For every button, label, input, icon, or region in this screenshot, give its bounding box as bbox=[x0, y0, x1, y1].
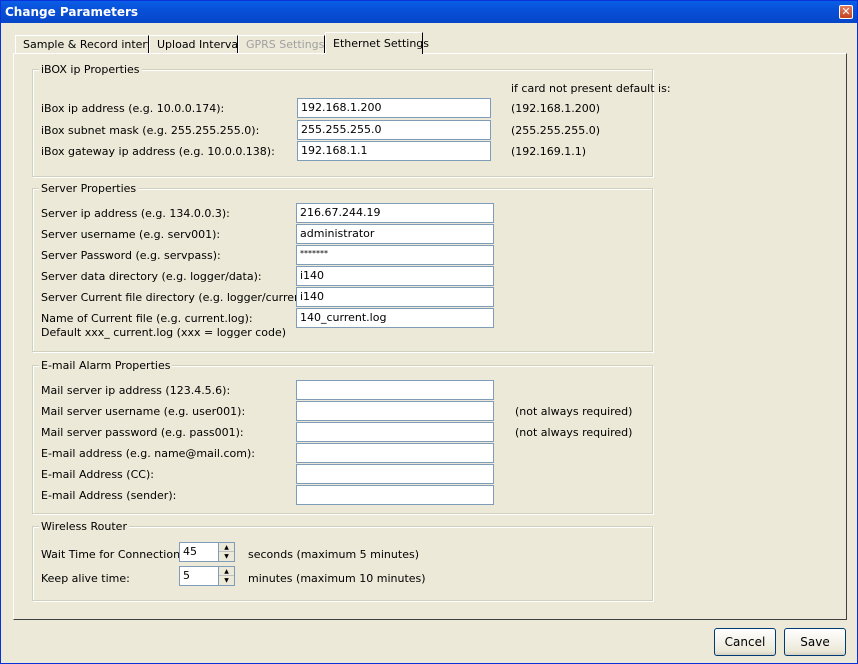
cancel-button[interactable]: Cancel bbox=[714, 628, 776, 656]
server-data-dir-input[interactable]: i140 bbox=[296, 266, 494, 286]
current-file-name-input[interactable]: 140_current.log bbox=[296, 308, 494, 328]
close-icon[interactable]: ✕ bbox=[839, 5, 853, 19]
mail-username-input[interactable] bbox=[296, 401, 494, 421]
current-file-default-note: Default xxx_ current.log (xxx = logger c… bbox=[41, 326, 287, 339]
ethernet-settings-panel: iBOX ip Properties if card not present d… bbox=[13, 53, 847, 620]
email-sender-label: E-mail Address (sender): bbox=[41, 489, 177, 502]
server-current-dir-label: Server Current file directory (e.g. logg… bbox=[41, 291, 314, 304]
server-username-label: Server username (e.g. serv001): bbox=[41, 228, 221, 241]
server-data-dir-label: Server data directory (e.g. logger/data)… bbox=[41, 270, 262, 283]
wait-time-input[interactable]: 45 bbox=[179, 542, 219, 562]
router-group-title: Wireless Router bbox=[39, 520, 129, 533]
mail-username-label: Mail server username (e.g. user001): bbox=[41, 405, 246, 418]
tab-sample-record-interval[interactable]: Sample & Record interval bbox=[15, 35, 163, 54]
email-sender-input[interactable] bbox=[296, 485, 494, 505]
ibox-gateway-label: iBox gateway ip address (e.g. 10.0.0.138… bbox=[41, 145, 275, 158]
mail-password-input[interactable] bbox=[296, 422, 494, 442]
keep-alive-stepper[interactable]: ▲ ▼ bbox=[218, 566, 235, 586]
email-cc-label: E-mail Address (CC): bbox=[41, 468, 154, 481]
server-properties-group: Server Properties Server ip address (e.g… bbox=[32, 182, 653, 352]
ibox-gateway-default: (192.169.1.1) bbox=[511, 145, 587, 158]
ibox-ip-input[interactable]: 192.168.1.200 bbox=[297, 98, 491, 118]
server-ip-label: Server ip address (e.g. 134.0.0.3): bbox=[41, 207, 230, 220]
mail-username-note: (not always required) bbox=[515, 405, 633, 418]
ibox-subnet-input[interactable]: 255.255.255.0 bbox=[297, 120, 491, 140]
server-password-input[interactable]: ******* bbox=[296, 245, 494, 265]
wait-time-stepper[interactable]: ▲ ▼ bbox=[218, 542, 235, 562]
ibox-subnet-default: (255.255.255.0) bbox=[511, 124, 601, 137]
change-parameters-dialog: Change Parameters ✕ Sample & Record inte… bbox=[0, 0, 858, 664]
default-header: if card not present default is: bbox=[511, 82, 671, 95]
ibox-ip-default: (192.168.1.200) bbox=[511, 102, 601, 115]
ibox-subnet-label: iBox subnet mask (e.g. 255.255.255.0): bbox=[41, 124, 260, 137]
keep-alive-unit: minutes (maximum 10 minutes) bbox=[248, 572, 426, 585]
tab-gprs-settings[interactable]: GPRS Settings bbox=[238, 35, 325, 54]
ibox-ip-label: iBox ip address (e.g. 10.0.0.174): bbox=[41, 102, 225, 115]
server-ip-input[interactable]: 216.67.244.19 bbox=[296, 203, 494, 223]
mail-password-label: Mail server password (e.g. pass001): bbox=[41, 426, 244, 439]
current-file-name-label: Name of Current file (e.g. current.log): bbox=[41, 312, 253, 325]
server-group-title: Server Properties bbox=[39, 182, 139, 195]
server-username-input[interactable]: administrator bbox=[296, 224, 494, 244]
email-group-title: E-mail Alarm Properties bbox=[39, 359, 173, 372]
window-title: Change Parameters bbox=[5, 5, 139, 19]
email-address-input[interactable] bbox=[296, 443, 494, 463]
spin-up-icon[interactable]: ▲ bbox=[219, 567, 234, 576]
wireless-router-group: Wireless Router Wait Time for Connection… bbox=[32, 520, 653, 601]
wait-time-unit: seconds (maximum 5 minutes) bbox=[248, 548, 419, 561]
ibox-ip-properties-group: iBOX ip Properties if card not present d… bbox=[32, 63, 671, 177]
wait-time-label: Wait Time for Connection: bbox=[41, 548, 184, 561]
spin-down-icon[interactable]: ▼ bbox=[219, 552, 234, 561]
ibox-group-title: iBOX ip Properties bbox=[39, 63, 142, 76]
server-password-label: Server Password (e.g. servpass): bbox=[41, 249, 221, 262]
save-button[interactable]: Save bbox=[784, 628, 846, 656]
email-address-label: E-mail address (e.g. name@mail.com): bbox=[41, 447, 255, 460]
tab-ethernet-settings[interactable]: Ethernet Settings bbox=[325, 32, 429, 54]
server-current-dir-input[interactable]: i140 bbox=[296, 287, 494, 307]
mail-server-ip-label: Mail server ip address (123.4.5.6): bbox=[41, 384, 231, 397]
email-alarm-properties-group: E-mail Alarm Properties Mail server ip a… bbox=[32, 359, 653, 514]
tab-upload-intervals[interactable]: Upload Intervals bbox=[149, 35, 247, 54]
ibox-gateway-input[interactable]: 192.168.1.1 bbox=[297, 141, 491, 161]
title-bar[interactable]: Change Parameters ✕ bbox=[1, 1, 857, 23]
spin-down-icon[interactable]: ▼ bbox=[219, 576, 234, 585]
keep-alive-input[interactable]: 5 bbox=[179, 566, 219, 586]
spin-up-icon[interactable]: ▲ bbox=[219, 543, 234, 552]
mail-server-ip-input[interactable] bbox=[296, 380, 494, 400]
keep-alive-label: Keep alive time: bbox=[41, 572, 130, 585]
email-cc-input[interactable] bbox=[296, 464, 494, 484]
mail-password-note: (not always required) bbox=[515, 426, 633, 439]
